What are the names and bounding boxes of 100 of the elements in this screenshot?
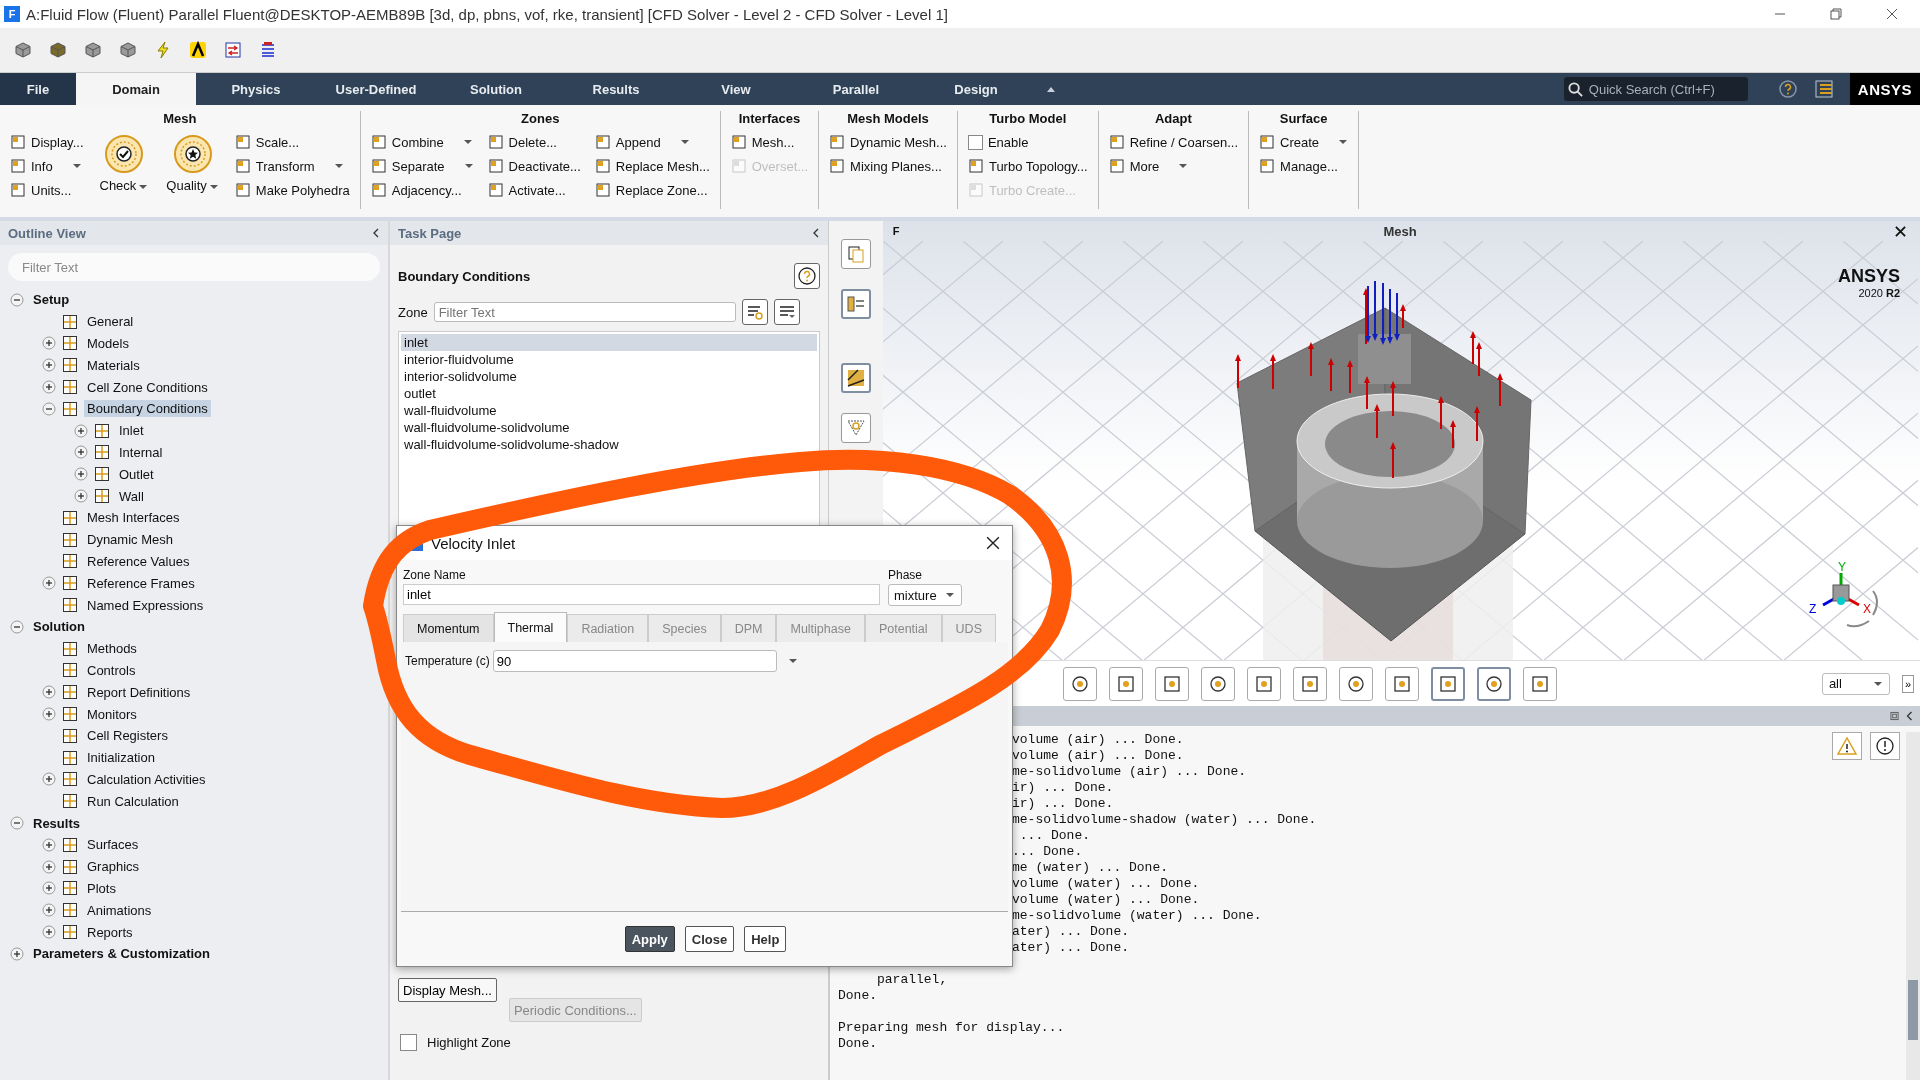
display-mesh-button[interactable]: Display Mesh... — [398, 978, 497, 1002]
graphics-tool-button[interactable] — [1063, 666, 1097, 701]
graphics-tool-button[interactable] — [1523, 666, 1557, 701]
ribbon-button[interactable]: Transform — [234, 154, 350, 178]
cube-icon[interactable] — [14, 41, 32, 59]
expand-icon[interactable] — [42, 925, 56, 939]
float-icon[interactable] — [1890, 711, 1899, 721]
dialog-tab[interactable]: Thermal — [493, 612, 568, 642]
tree-item[interactable]: Internal — [116, 443, 166, 461]
ribbon-button[interactable]: Mesh... — [730, 130, 809, 154]
ribbon-button[interactable]: Append — [594, 130, 710, 154]
tree-item[interactable]: Monitors — [84, 705, 140, 723]
zone-list-item[interactable]: wall-fluidvolume — [401, 402, 817, 419]
layout-icon[interactable] — [1813, 79, 1834, 99]
expand-icon[interactable] — [10, 946, 24, 961]
ribbon-button[interactable]: Replace Mesh... — [594, 154, 710, 178]
zone-list-item[interactable]: wall-fluidvolume-solidvolume — [401, 419, 817, 436]
graphics-tool-button[interactable] — [1109, 666, 1143, 701]
close-icon[interactable] — [1886, 8, 1898, 20]
tree-item[interactable]: Animations — [84, 901, 155, 919]
ribbon-button[interactable]: Make Polyhedra — [234, 178, 350, 202]
zone-list-item[interactable]: wall-fluidvolume-solidvolume-shadow — [401, 436, 817, 453]
cube-icon[interactable] — [119, 41, 137, 59]
tree-item[interactable]: Wall — [116, 487, 147, 505]
tree-item[interactable]: Report Definitions — [84, 683, 194, 701]
restore-icon[interactable] — [1830, 8, 1842, 20]
ribbon-tab[interactable]: Solution — [436, 73, 556, 105]
tree-item[interactable]: Run Calculation — [84, 792, 182, 810]
expand-icon[interactable] — [42, 859, 56, 874]
dialog-button[interactable]: Close — [684, 926, 735, 952]
expand-icon[interactable] — [42, 707, 56, 722]
close-icon[interactable] — [1895, 225, 1906, 237]
dialog-tab[interactable]: Momentum — [403, 614, 494, 642]
graphics-tool-button[interactable] — [1431, 666, 1465, 701]
caret-up-icon[interactable] — [1046, 85, 1056, 93]
phase-dropdown[interactable]: mixture — [888, 584, 962, 606]
ribbon-tab[interactable]: View — [676, 73, 796, 105]
swap-arrows-icon[interactable] — [224, 41, 242, 59]
expand-icon[interactable] — [74, 467, 88, 482]
triangle-icon[interactable] — [189, 41, 207, 59]
ribbon-button[interactable]: Delete... — [487, 130, 581, 154]
filter-button[interactable] — [741, 299, 768, 325]
tree-item[interactable]: Outlet — [116, 465, 157, 483]
ribbon-tab[interactable]: Design — [916, 73, 1036, 105]
cube-icon[interactable] — [49, 41, 67, 59]
tree-item[interactable]: Initialization — [84, 749, 158, 767]
tree-item[interactable]: Setup — [30, 291, 73, 309]
ribbon-tab[interactable]: Domain — [76, 73, 196, 105]
expand-icon[interactable] — [74, 445, 88, 460]
graphics-tool-button[interactable] — [1385, 666, 1419, 701]
tree-item[interactable]: Mesh Interfaces — [84, 509, 183, 527]
expand-icon[interactable] — [42, 772, 56, 787]
expand-icon[interactable] — [42, 358, 56, 373]
more-button[interactable]: » — [1901, 674, 1914, 693]
close-icon[interactable] — [986, 536, 1000, 550]
ribbon-button[interactable]: Dynamic Mesh... — [829, 130, 947, 154]
ribbon-button[interactable]: Scale... — [234, 130, 350, 154]
zone-list-item[interactable]: outlet — [401, 385, 817, 402]
tree-item[interactable]: Cell Registers — [84, 727, 171, 745]
ribbon-button[interactable]: Manage... — [1259, 154, 1349, 178]
ribbon-button[interactable]: More — [1108, 154, 1239, 178]
tree-item[interactable]: Reference Frames — [84, 574, 198, 592]
expand-icon[interactable] — [42, 903, 56, 918]
tree-item[interactable]: Boundary Conditions — [84, 400, 211, 418]
collapse-icon[interactable] — [10, 816, 24, 830]
info-button[interactable] — [1870, 732, 1900, 760]
graphics-layout-button[interactable] — [841, 363, 871, 393]
tree-item[interactable]: Reports — [84, 923, 136, 941]
tree-item[interactable]: Solution — [30, 618, 88, 636]
tree-item[interactable]: Results — [30, 814, 83, 832]
copy-button[interactable] — [841, 239, 871, 269]
scrollbar[interactable] — [1906, 732, 1920, 1080]
tree-item[interactable]: Parameters & Customization — [30, 945, 213, 963]
ribbon-button[interactable]: Units... — [10, 178, 84, 202]
dialog-button[interactable]: Apply — [624, 926, 675, 952]
zone-filter-field[interactable]: Filter Text — [433, 302, 736, 322]
tree-item[interactable]: Inlet — [116, 422, 147, 440]
ribbon-button[interactable]: Refine / Coarsen... — [1108, 130, 1239, 154]
tree-item[interactable]: Plots — [84, 879, 119, 897]
quick-search-field[interactable]: Quick Search (Ctrl+F) — [1563, 77, 1748, 101]
tree-item[interactable]: Named Expressions — [84, 596, 207, 614]
help-button[interactable] — [794, 263, 820, 289]
cube-icon[interactable] — [84, 41, 102, 59]
view-cube-button[interactable] — [841, 413, 871, 443]
expand-icon[interactable] — [74, 423, 88, 438]
tree-item[interactable]: Controls — [84, 661, 139, 679]
graphics-tool-button[interactable] — [1247, 666, 1281, 701]
tree-item[interactable]: Graphics — [84, 858, 143, 876]
ribbon-button[interactable]: Activate... — [487, 178, 581, 202]
expand-icon[interactable] — [42, 881, 56, 896]
ribbon-button[interactable]: Adjacency... — [370, 178, 474, 202]
tree-item[interactable]: Dynamic Mesh — [84, 531, 176, 549]
ribbon-button[interactable]: Combine — [370, 130, 474, 154]
tree-item[interactable]: Methods — [84, 640, 140, 658]
zone-name-field[interactable]: inlet — [403, 584, 880, 605]
graphics-tool-button[interactable] — [1339, 666, 1373, 701]
tree-item[interactable]: Calculation Activities — [84, 770, 209, 788]
ribbon-tab[interactable]: File — [0, 73, 76, 105]
enable-checkbox[interactable]: Enable — [967, 130, 1088, 154]
expand-icon[interactable] — [42, 336, 56, 351]
